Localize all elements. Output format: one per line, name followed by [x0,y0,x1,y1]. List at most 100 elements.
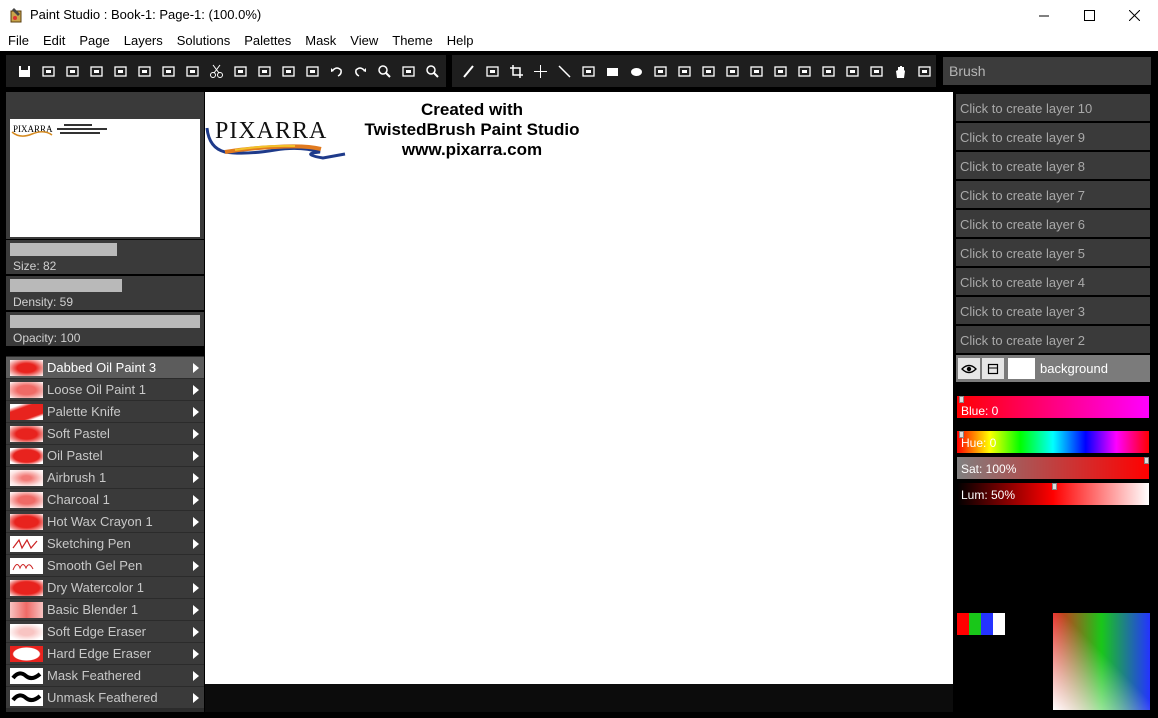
brush-item[interactable]: Palette Knife [6,401,204,422]
brush-item[interactable]: Dabbed Oil Paint 3 [6,357,204,378]
canvas[interactable]: PIXARRA Created with TwistedBrush Paint … [205,92,953,684]
fit-tool-button[interactable] [396,59,420,83]
brush-item[interactable]: Oil Pastel [6,445,204,466]
chevron-right-icon[interactable] [193,385,199,395]
chevron-right-icon[interactable] [193,671,199,681]
properties-tool-button[interactable] [156,59,180,83]
brush-item[interactable]: Unmask Feathered [6,687,204,708]
clone-tool-button[interactable] [816,59,840,83]
menu-edit[interactable]: Edit [36,31,72,51]
effects-tool-button[interactable] [180,59,204,83]
texture-tool-button[interactable] [720,59,744,83]
brush-item[interactable]: Smooth Gel Pen [6,555,204,576]
layer-lock-toggle[interactable] [982,358,1004,379]
luminance-slider[interactable]: Lum: 50% [957,483,1149,505]
chevron-right-icon[interactable] [193,583,199,593]
gradient-tool-button[interactable] [672,59,696,83]
color-gradient-box[interactable] [1053,613,1150,710]
zoom-tool-button[interactable] [372,59,396,83]
color-picker[interactable] [956,517,1150,710]
chevron-right-icon[interactable] [193,649,199,659]
chevron-right-icon[interactable] [193,605,199,615]
create-layer-row[interactable]: Click to create layer 10 [956,94,1150,121]
brush-item[interactable]: Soft Edge Eraser [6,621,204,642]
menu-theme[interactable]: Theme [385,31,439,51]
menu-solutions[interactable]: Solutions [170,31,237,51]
brush-item[interactable]: Dry Watercolor 1 [6,577,204,598]
fill-tool-button[interactable] [648,59,672,83]
create-layer-row[interactable]: Click to create layer 4 [956,268,1150,295]
chevron-right-icon[interactable] [193,363,199,373]
next-page-tool-button[interactable] [108,59,132,83]
chevron-right-icon[interactable] [193,495,199,505]
zoom-out-tool-button[interactable] [420,59,444,83]
brush-item[interactable]: Hot Wax Crayon 1 [6,511,204,532]
menu-layers[interactable]: Layers [117,31,170,51]
menu-mask[interactable]: Mask [298,31,343,51]
close-button[interactable] [1111,0,1157,31]
rotate-tool-button[interactable] [912,59,936,83]
copy-tool-button[interactable] [228,59,252,83]
hand-tool-button[interactable] [888,59,912,83]
chevron-right-icon[interactable] [193,407,199,417]
chevron-right-icon[interactable] [193,693,199,703]
rectangle-tool-button[interactable] [600,59,624,83]
chevron-right-icon[interactable] [193,517,199,527]
size-slider[interactable]: Size: 82 [6,240,204,274]
density-slider[interactable]: Density: 59 [6,276,204,310]
line-tool-button[interactable] [552,59,576,83]
create-layer-row[interactable]: Click to create layer 8 [956,152,1150,179]
menu-help[interactable]: Help [440,31,481,51]
menu-page[interactable]: Page [72,31,116,51]
export-tool-button[interactable] [132,59,156,83]
menu-view[interactable]: View [343,31,385,51]
pattern-tool-button[interactable] [696,59,720,83]
menu-palettes[interactable]: Palettes [237,31,298,51]
brush-item[interactable]: Loose Oil Paint 1 [6,379,204,400]
swatch-red[interactable] [957,613,969,635]
chevron-right-icon[interactable] [193,473,199,483]
cut-tool-button[interactable] [204,59,228,83]
background-layer-row[interactable]: background [956,355,1150,382]
paste-tool-button[interactable] [252,59,276,83]
brush-item[interactable]: Hard Edge Eraser [6,643,204,664]
ellipse-tool-button[interactable] [624,59,648,83]
swatch-white[interactable] [993,613,1005,635]
create-layer-row[interactable]: Click to create layer 2 [956,326,1150,353]
brush-item[interactable]: Mask Feathered [6,665,204,686]
minimize-button[interactable] [1021,0,1067,31]
chevron-right-icon[interactable] [193,627,199,637]
blue-slider[interactable]: Blue: 0 [957,396,1149,418]
menu-file[interactable]: File [1,31,36,51]
chevron-right-icon[interactable] [193,429,199,439]
swatch-blue[interactable] [981,613,993,635]
prev-page-tool-button[interactable] [84,59,108,83]
crop-tool-button[interactable] [504,59,528,83]
create-layer-row[interactable]: Click to create layer 6 [956,210,1150,237]
magic-wand-tool-button[interactable] [792,59,816,83]
image-tool-button[interactable] [300,59,324,83]
create-layer-row[interactable]: Click to create layer 3 [956,297,1150,324]
create-layer-row[interactable]: Click to create layer 5 [956,239,1150,266]
warp-tool-button[interactable] [744,59,768,83]
swatch-green[interactable] [969,613,981,635]
brush-item[interactable]: Airbrush 1 [6,467,204,488]
chevron-right-icon[interactable] [193,451,199,461]
undo-tool-button[interactable] [324,59,348,83]
create-layer-row[interactable]: Click to create layer 9 [956,123,1150,150]
maximize-button[interactable] [1066,0,1112,31]
new-page-tool-button[interactable] [60,59,84,83]
visibility-toggle[interactable] [958,358,980,379]
save-as-tool-button[interactable] [36,59,60,83]
tile-tool-button[interactable] [840,59,864,83]
brush-search-field[interactable]: Brush [943,57,1151,85]
brush-item[interactable]: Charcoal 1 [6,489,204,510]
brush-item[interactable]: Soft Pastel [6,423,204,444]
chevron-right-icon[interactable] [193,561,199,571]
brush-item[interactable]: Sketching Pen [6,533,204,554]
curve-tool-button[interactable] [576,59,600,83]
pen-tool-button[interactable] [456,59,480,83]
save-tool-button[interactable] [12,59,36,83]
redo-tool-button[interactable] [348,59,372,83]
hue-slider[interactable]: Hue: 0 [957,431,1149,453]
